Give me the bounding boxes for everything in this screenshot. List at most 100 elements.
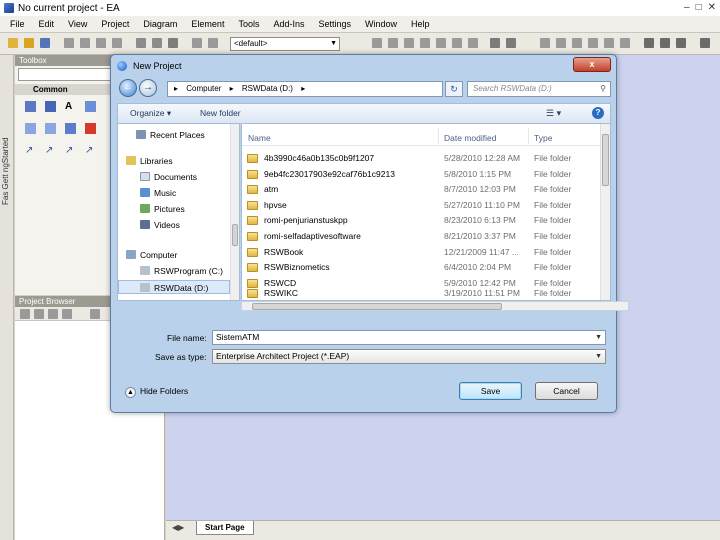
web-icon[interactable]: [700, 38, 710, 48]
menu-edit[interactable]: Edit: [39, 19, 55, 29]
menu-diagram[interactable]: Diagram: [143, 19, 177, 29]
same-size-icon[interactable]: [588, 38, 598, 48]
dependency-tool-icon[interactable]: ↗: [25, 145, 36, 156]
ungroup-icon[interactable]: [620, 38, 630, 48]
browser-options-icon[interactable]: [90, 309, 100, 319]
file-list-scroll-thumb[interactable]: [602, 134, 609, 186]
file-row[interactable]: RSWBook 12/21/2009 11:47 ... File folder: [242, 245, 602, 261]
nav-pane-scroll-thumb[interactable]: [232, 224, 238, 246]
file-row[interactable]: 9eb4fc23017903e92caf76b1c9213 5/8/2010 1:…: [242, 167, 602, 183]
line-color-icon[interactable]: [490, 38, 500, 48]
menu-element[interactable]: Element: [191, 19, 224, 29]
chevron-down-icon[interactable]: ▼: [595, 350, 602, 363]
dialog-close-button[interactable]: x: [573, 57, 611, 72]
print-preview-icon[interactable]: [152, 38, 162, 48]
arrange-icon[interactable]: [556, 38, 566, 48]
minimize-icon[interactable]: –: [684, 2, 690, 13]
close-window-icon[interactable]: ✕: [708, 2, 716, 13]
nav-item-rswprogram[interactable]: RSWProgram (C:): [118, 264, 230, 278]
options-icon[interactable]: [208, 38, 218, 48]
constraint-tool-icon[interactable]: [45, 123, 56, 134]
refresh-button[interactable]: ↻: [445, 81, 463, 97]
nav-item-libraries[interactable]: Libraries: [118, 154, 230, 168]
center-icon[interactable]: [436, 38, 446, 48]
getting-started-tab[interactable]: Fas Gett ngStarted: [1, 137, 10, 205]
menu-help[interactable]: Help: [411, 19, 430, 29]
column-separator[interactable]: [438, 128, 439, 144]
new-package-icon[interactable]: [34, 309, 44, 319]
new-diagram-icon[interactable]: [48, 309, 58, 319]
save-icon[interactable]: [40, 38, 50, 48]
address-bar[interactable]: ▸ Computer ▸ RSWData (D:) ▸: [167, 81, 443, 97]
workspace-combo[interactable]: <default> ▼: [230, 37, 340, 51]
line-style-icon[interactable]: [506, 38, 516, 48]
hide-folders-button[interactable]: ▲ Hide Folders: [125, 386, 188, 398]
nav-item-pictures[interactable]: Pictures: [118, 202, 230, 216]
boundary-tool-icon[interactable]: [85, 101, 96, 112]
new-project-icon[interactable]: [8, 38, 18, 48]
tab-start-page[interactable]: Start Page: [196, 521, 254, 535]
group-icon[interactable]: [604, 38, 614, 48]
save-button[interactable]: Save: [459, 382, 522, 400]
package-tool-icon[interactable]: [25, 101, 36, 112]
nav-item-videos[interactable]: Videos: [118, 218, 230, 232]
menu-tools[interactable]: Tools: [238, 19, 259, 29]
align-top-icon[interactable]: [404, 38, 414, 48]
change-view-icon[interactable]: ☰ ▾: [546, 108, 561, 119]
menu-view[interactable]: View: [68, 19, 87, 29]
file-row[interactable]: hpvse 5/27/2010 11:10 PM File folder: [242, 198, 602, 214]
menu-project[interactable]: Project: [101, 19, 129, 29]
column-separator[interactable]: [528, 128, 529, 144]
fill-color-icon[interactable]: [468, 38, 478, 48]
find-icon[interactable]: [136, 38, 146, 48]
space-icon[interactable]: [572, 38, 582, 48]
nav-item-recent-places[interactable]: Recent Places: [118, 128, 230, 142]
align-bottom-icon[interactable]: [420, 38, 430, 48]
column-type[interactable]: Type: [534, 133, 552, 143]
maximize-icon[interactable]: □: [696, 2, 702, 13]
menu-file[interactable]: File: [10, 19, 25, 29]
note-tool-icon[interactable]: [25, 123, 36, 134]
text-tool-icon[interactable]: A: [65, 101, 76, 112]
new-folder-button[interactable]: New folder: [200, 108, 241, 118]
file-row[interactable]: atm 8/7/2010 12:03 PM File folder: [242, 182, 602, 198]
column-name[interactable]: Name: [248, 133, 271, 143]
menu-window[interactable]: Window: [365, 19, 397, 29]
copy-icon[interactable]: [80, 38, 90, 48]
column-date-modified[interactable]: Date modified: [444, 133, 496, 143]
layout-icon[interactable]: [540, 38, 550, 48]
chevron-down-icon[interactable]: ▼: [330, 38, 337, 50]
file-row[interactable]: 4b3990c46a0b135c0b9f1207 5/28/2010 12:28 …: [242, 151, 602, 167]
note-link-tool-icon[interactable]: ↗: [85, 145, 96, 156]
nav-item-rswdata[interactable]: RSWData (D:): [118, 280, 230, 294]
element-tool-icon[interactable]: [45, 101, 56, 112]
chevron-down-icon[interactable]: ▼: [595, 331, 602, 344]
help-icon[interactable]: ?: [592, 107, 604, 119]
cancel-button[interactable]: Cancel: [535, 382, 598, 400]
nav-item-music[interactable]: Music: [118, 186, 230, 200]
nav-item-computer[interactable]: Computer: [118, 248, 230, 262]
print-icon[interactable]: [168, 38, 178, 48]
undo-icon[interactable]: [96, 38, 106, 48]
properties-icon[interactable]: [192, 38, 202, 48]
artifact-tool-icon[interactable]: [85, 123, 96, 134]
menu-add-ins[interactable]: Add-Ins: [273, 19, 304, 29]
cut-icon[interactable]: [64, 38, 74, 48]
back-icon[interactable]: [644, 38, 654, 48]
file-list-scrollbar[interactable]: [600, 124, 610, 300]
trace-tool-icon[interactable]: ↗: [65, 145, 76, 156]
align-right-icon[interactable]: [388, 38, 398, 48]
grid-icon[interactable]: [452, 38, 462, 48]
align-left-icon[interactable]: [372, 38, 382, 48]
breadcrumb-computer[interactable]: Computer: [186, 84, 221, 93]
nav-pane-scrollbar[interactable]: [230, 124, 239, 300]
file-row[interactable]: romi-selfadaptivesoftware 8/21/2010 3:37 …: [242, 229, 602, 245]
file-list-hscrollbar[interactable]: [241, 301, 629, 311]
file-row[interactable]: RSWBiznometics 6/4/2010 2:04 PM File folde…: [242, 260, 602, 276]
breadcrumb-drive[interactable]: RSWData (D:): [242, 84, 293, 93]
forward-icon[interactable]: [660, 38, 670, 48]
back-button[interactable]: ←: [119, 79, 137, 97]
hyperlink-tool-icon[interactable]: [65, 123, 76, 134]
search-input[interactable]: Search RSWData (D:) ⚲: [467, 81, 611, 97]
file-row[interactable]: RSWIKC 3/19/2010 11:51 PM File folder: [242, 286, 602, 300]
